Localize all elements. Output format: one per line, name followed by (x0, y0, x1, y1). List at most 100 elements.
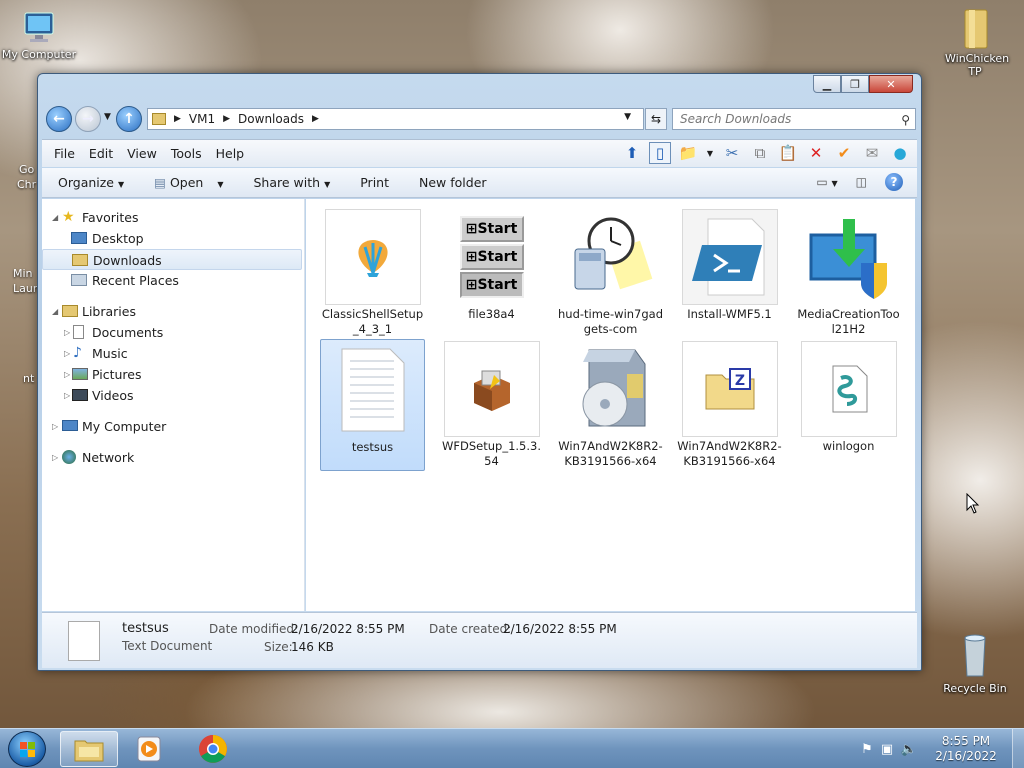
collapsed-icon[interactable]: ▷ (52, 416, 58, 437)
view-controls: ▭ ▼ ◫ ? (816, 173, 903, 191)
folders-pane-icon[interactable]: ▯ (649, 142, 671, 164)
command-bar: Organize ▼ ▤ Open ▼ Share with ▼ Print New … (42, 168, 917, 198)
nav-label: My Computer (82, 419, 167, 434)
nav-network[interactable]: ▷ Network (42, 447, 304, 468)
up-one-level-icon[interactable]: ⬆ (621, 142, 643, 164)
taskbar-chrome[interactable] (184, 731, 242, 767)
collapsed-icon[interactable]: ▷ (52, 447, 58, 468)
clock-time: 8:55 PM (941, 734, 991, 748)
clock-date: 2/16/2022 (935, 749, 997, 763)
file-name: WFDSetup_1.5.3.54 (442, 439, 541, 468)
paste-icon[interactable]: 📋 (777, 142, 799, 164)
nav-videos[interactable]: ▷ Videos (42, 385, 304, 406)
file-name: Install-WMF5.1 (687, 307, 772, 321)
nav-recent-places[interactable]: Recent Places (42, 270, 304, 291)
shell-icon (324, 209, 421, 305)
collapsed-icon[interactable]: ▷ (64, 322, 70, 343)
organize-button[interactable]: Organize ▼ (42, 175, 138, 190)
file-item[interactable]: ⊞Start ⊞Start ⊞Start file38a4 (439, 207, 544, 339)
refresh-button[interactable]: ⇆ (645, 108, 667, 130)
menu-tools[interactable]: Tools (164, 146, 209, 161)
volume-icon[interactable]: 🔈 (898, 742, 920, 757)
new-folder-button[interactable]: New folder (403, 175, 501, 190)
show-desktop-button[interactable] (1012, 729, 1024, 768)
breadcrumb-vm1[interactable]: VM1 (189, 112, 215, 126)
address-bar[interactable]: ▶ VM1 ▶ Downloads ▶ ▼ (147, 108, 644, 130)
address-dropdown-icon[interactable]: ▼ (624, 112, 631, 122)
share-with-button[interactable]: Share with ▼ (238, 175, 345, 190)
delete-icon[interactable]: ✕ (805, 142, 827, 164)
nav-my-computer[interactable]: ▷ My Computer (42, 416, 304, 437)
preview-pane-button[interactable]: ◫ (856, 175, 867, 189)
nav-label: Documents (92, 325, 164, 340)
file-item[interactable]: Install-WMF5.1 (677, 207, 782, 339)
file-item[interactable]: WFDSetup_1.5.3.54 (439, 339, 544, 471)
menu-file[interactable]: File (42, 146, 82, 161)
properties-icon[interactable]: ✔ (833, 142, 855, 164)
details-file-type: Text Document (122, 639, 213, 653)
collapsed-icon[interactable]: ▷ (64, 385, 70, 406)
collapsed-icon[interactable]: ▷ (64, 343, 70, 364)
up-button[interactable]: ↑ (116, 106, 142, 132)
folder-options-icon[interactable]: 📁 (677, 142, 699, 164)
file-item[interactable]: Z Win7AndW2K8R2-KB3191566-x64 (677, 339, 782, 471)
maximize-button[interactable]: ❐ (841, 75, 869, 93)
classic-shell-icon[interactable]: ● (889, 142, 911, 164)
file-item[interactable]: hud-time-win7gadgets-com (558, 207, 663, 339)
nav-music[interactable]: ▷ ♪ Music (42, 343, 304, 364)
breadcrumb-downloads[interactable]: Downloads (238, 112, 304, 126)
file-item[interactable]: ClassicShellSetup_4_3_1 (320, 207, 425, 339)
breadcrumb-separator-icon[interactable]: ▶ (312, 114, 319, 124)
nav-libraries[interactable]: ◢ Libraries (42, 301, 304, 322)
clock[interactable]: 8:55 PM 2/16/2022 (920, 734, 1012, 764)
minimize-button[interactable]: ▁ (813, 75, 841, 93)
desktop-icon-my-computer[interactable]: My Computer (0, 10, 78, 61)
nav-documents[interactable]: ▷ Documents (42, 322, 304, 343)
file-item[interactable]: Win7AndW2K8R2-KB3191566-x64 (558, 339, 663, 471)
menu-edit[interactable]: Edit (82, 146, 120, 161)
file-item[interactable]: MediaCreationTool21H2 (796, 207, 901, 339)
back-button[interactable]: ← (46, 106, 72, 132)
open-button[interactable]: ▤ Open ▼ (138, 175, 237, 190)
network-tray-icon[interactable]: ▣ (876, 742, 898, 757)
recent-pages-dropdown[interactable]: ▼ (104, 112, 111, 122)
action-center-icon[interactable]: ⚑ (858, 742, 876, 757)
change-view-button[interactable]: ▭ ▼ (816, 175, 837, 189)
windows-logo-icon (20, 742, 35, 757)
preview-pane-icon: ◫ (855, 175, 867, 189)
forward-button[interactable]: → (75, 106, 101, 132)
desktop-icon-winchicken[interactable]: WinChicken TP (936, 6, 1014, 78)
nav-downloads[interactable]: Downloads (42, 249, 302, 270)
breadcrumb-separator-icon[interactable]: ▶ (174, 114, 181, 124)
toolbar-dropdown-icon[interactable]: ▼ (705, 142, 715, 164)
breadcrumb-separator-icon[interactable]: ▶ (223, 114, 230, 124)
nav-pictures[interactable]: ▷ Pictures (42, 364, 304, 385)
desktop-icon (71, 232, 87, 244)
print-button[interactable]: Print (344, 175, 403, 190)
menu-view[interactable]: View (120, 146, 164, 161)
desktop-icon-recycle-bin[interactable]: Recycle Bin (936, 630, 1014, 695)
menu-help[interactable]: Help (209, 146, 252, 161)
start-button[interactable] (8, 731, 46, 767)
email-icon[interactable]: ✉ (861, 142, 883, 164)
close-button[interactable]: ✕ (869, 75, 913, 93)
taskbar-explorer[interactable] (60, 731, 118, 767)
file-item[interactable]: winlogon (796, 339, 901, 471)
help-button[interactable]: ? (885, 173, 903, 191)
cut-icon[interactable]: ✂ (721, 142, 743, 164)
taskbar-media-player[interactable] (120, 731, 178, 767)
file-item-selected[interactable]: testsus (320, 339, 425, 471)
expanded-icon[interactable]: ◢ (52, 301, 58, 322)
collapsed-icon[interactable]: ▷ (64, 364, 70, 385)
computer-icon (62, 420, 78, 431)
search-icon[interactable]: ⚲ (901, 110, 910, 130)
system-tray: ⚑ ▣ 🔈 8:55 PM 2/16/2022 (858, 729, 1024, 768)
expanded-icon[interactable]: ◢ (52, 207, 58, 228)
search-placeholder: Search Downloads (680, 112, 792, 126)
copy-icon[interactable]: ⧉ (749, 142, 771, 164)
chevron-down-icon: ▼ (217, 180, 224, 189)
nav-favorites[interactable]: ◢ ★ Favorites (42, 207, 304, 228)
powershell-icon (681, 209, 778, 305)
nav-desktop[interactable]: Desktop (42, 228, 304, 249)
search-input[interactable]: Search Downloads ⚲ (672, 108, 916, 130)
